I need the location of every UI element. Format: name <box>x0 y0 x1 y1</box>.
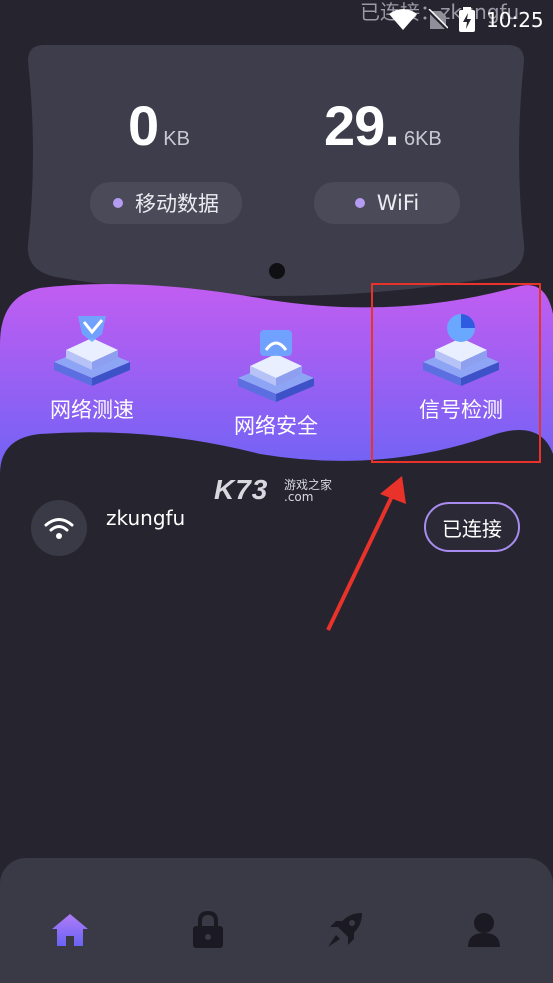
watermark-main: K73 <box>214 474 269 505</box>
status-bar: 已连接：zkungfu 10:25 <box>0 0 553 36</box>
mobile-data-tab[interactable]: 移动数据 <box>90 182 242 224</box>
no-sim-icon <box>426 8 450 35</box>
wifi-signal-icon <box>388 9 418 35</box>
bullet-dot <box>354 198 365 208</box>
rocket-icon <box>328 913 362 947</box>
wifi-tab[interactable]: WiFi <box>314 182 460 224</box>
mobile-data-stat: 0 KB <box>128 93 190 158</box>
battery-charging-icon <box>458 7 476 37</box>
feature-label: 网络安全 <box>234 414 318 438</box>
bullet-dot <box>113 198 123 208</box>
speed-test-icon <box>54 316 130 386</box>
network-ssid: zkungfu <box>106 506 186 530</box>
wifi-label: WiFi <box>376 191 420 215</box>
mobile-data-label: 移动数据 <box>135 192 219 216</box>
home-icon <box>52 914 88 946</box>
feature-network-security[interactable]: 网络安全 <box>206 324 346 440</box>
page-indicator <box>269 263 285 279</box>
watermark-logo: K73 游戏之家 .com <box>214 474 332 506</box>
bottom-navigation <box>0 858 553 983</box>
data-usage-card: 0 KB 29. 6KB 移动数据 WiFi <box>26 45 526 297</box>
nav-profile[interactable] <box>454 900 514 960</box>
feature-label: 网络测速 <box>50 398 134 422</box>
watermark-domain: .com <box>284 490 314 504</box>
mobile-data-unit: KB <box>163 128 190 150</box>
annotation-highlight-box <box>371 283 541 463</box>
user-icon <box>468 913 500 947</box>
nav-lock[interactable] <box>178 900 238 960</box>
lock-icon <box>193 911 223 948</box>
annotation-arrow <box>326 476 406 631</box>
wifi-data-stat: 29. 6KB <box>324 93 442 158</box>
feature-speed-test[interactable]: 网络测速 <box>22 308 162 424</box>
connection-status-button[interactable]: 已连接 <box>424 502 520 552</box>
mobile-data-value: 0 <box>128 94 159 157</box>
network-security-icon <box>238 330 314 402</box>
nav-home[interactable] <box>40 900 100 960</box>
wifi-network-icon <box>31 500 87 556</box>
clock: 10:25 <box>486 8 544 32</box>
wifi-data-value: 29. <box>324 94 400 157</box>
wifi-data-unit: 6KB <box>403 128 442 150</box>
nav-boost[interactable] <box>315 900 375 960</box>
